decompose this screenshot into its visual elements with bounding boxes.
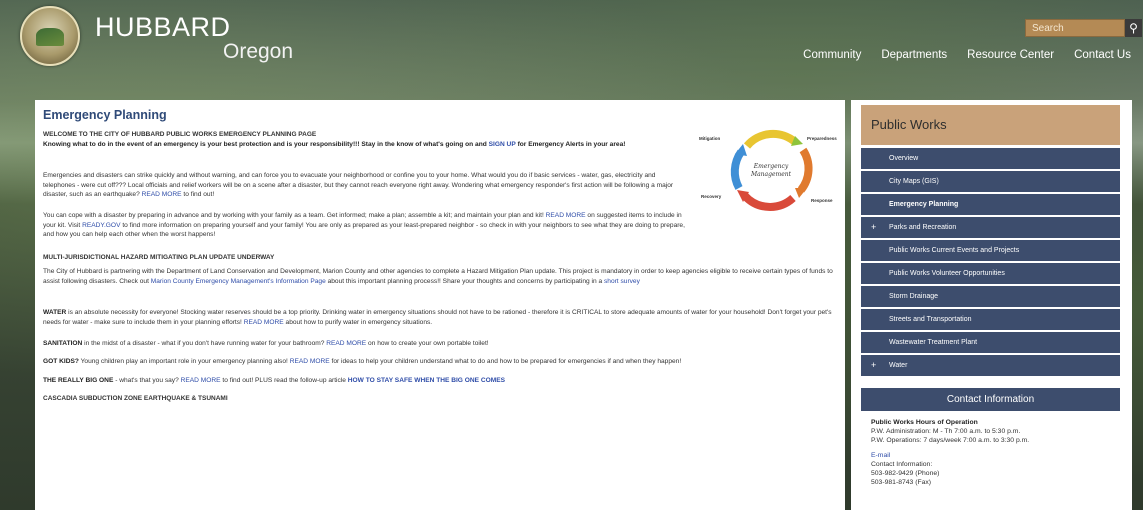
- sidebar-item-overview[interactable]: Overview: [861, 148, 1120, 171]
- sidebar-title: Public Works: [871, 117, 947, 132]
- sidebar-item-water[interactable]: + Water: [861, 355, 1120, 378]
- search-icon[interactable]: ⚲: [1125, 19, 1142, 37]
- cycle-label-response: Response: [811, 198, 833, 203]
- contact-info-label: Contact Information:: [871, 460, 933, 468]
- cycle-label-mitigation: Mitigation: [699, 136, 720, 141]
- paragraph-emergencies: Emergencies and disasters can strike qui…: [43, 172, 674, 198]
- cycle-label-preparedness: Preparedness: [807, 136, 837, 141]
- cycle-arrow: [735, 144, 747, 156]
- sidebar-item-streets[interactable]: Streets and Transportation: [861, 309, 1120, 332]
- sign-up-link[interactable]: SIGN UP: [489, 141, 516, 148]
- sidebar-item-storm-drainage[interactable]: Storm Drainage: [861, 286, 1120, 309]
- city-seal-logo[interactable]: [20, 6, 80, 66]
- nav-resource-center[interactable]: Resource Center: [967, 49, 1054, 61]
- expand-plus-icon[interactable]: +: [871, 355, 876, 376]
- main-content: Emergency Planning WELCOME TO THE CITY O…: [35, 100, 845, 510]
- contact-info: Public Works Hours of Operation P.W. Adm…: [871, 418, 1029, 487]
- emergency-management-cycle-diagram: Emergency Management Mitigation Prepared…: [699, 129, 837, 211]
- sidebar-item-city-maps[interactable]: City Maps (GIS): [861, 171, 1120, 194]
- sidebar-item-parks-recreation[interactable]: + Parks and Recreation: [861, 217, 1120, 240]
- fax-number: 503-981-8743 (Fax): [871, 479, 932, 487]
- hours-operations: P.W. Operations: 7 days/week 7:00 a.m. t…: [871, 437, 1030, 445]
- paragraph-hazard: The City of Hubbard is partnering with t…: [43, 268, 833, 285]
- cycle-arc-recovery: [742, 193, 796, 211]
- sidebar-menu: Overview City Maps (GIS) Emergency Plann…: [861, 148, 1120, 378]
- hours-admin: P.W. Administration: M - Th 7:00 a.m. to…: [871, 428, 1021, 436]
- read-more-link[interactable]: READ MORE: [181, 377, 221, 384]
- cycle-arc-mitigation: [730, 149, 745, 190]
- search-input[interactable]: Search: [1025, 19, 1125, 37]
- cycle-arrow: [795, 188, 807, 198]
- email-link[interactable]: E-mail: [871, 451, 1029, 460]
- hazard-heading: MULTI-JURISDICTIONAL HAZARD MITIGATING P…: [43, 254, 275, 261]
- read-more-link[interactable]: READ MORE: [326, 340, 366, 347]
- sidebar-item-wastewater[interactable]: Wastewater Treatment Plant: [861, 332, 1120, 355]
- cycle-arc-preparedness: [743, 129, 798, 149]
- sidebar-item-volunteer[interactable]: Public Works Volunteer Opportunities: [861, 263, 1120, 286]
- cycle-center-label-2: Management: [750, 171, 792, 178]
- intro-paragraph: Knowing what to do in the event of an em…: [43, 141, 626, 148]
- cycle-label-recovery: Recovery: [701, 194, 722, 199]
- page-title: Emergency Planning: [43, 108, 167, 122]
- paragraph-kids: GOT KIDS? Young children play an importa…: [43, 358, 682, 365]
- nav-departments[interactable]: Departments: [881, 49, 947, 61]
- hours-heading: Public Works Hours of Operation: [871, 419, 978, 426]
- site-subtitle: Oregon: [223, 40, 294, 63]
- cycle-arc-response: [797, 147, 813, 193]
- sidebar: Public Works Overview City Maps (GIS) Em…: [851, 100, 1132, 510]
- nav-contact-us[interactable]: Contact Us: [1074, 49, 1131, 61]
- survey-link[interactable]: short survey: [604, 278, 640, 285]
- paragraph-cope: You can cope with a disaster by preparin…: [43, 212, 685, 238]
- cascadia-heading[interactable]: CASCADIA SUBDUCTION ZONE EARTHQUAKE & TS…: [43, 394, 683, 404]
- main-nav: Community Departments Resource Center Co…: [803, 49, 1131, 61]
- read-more-link[interactable]: READ MORE: [244, 319, 284, 326]
- read-more-link[interactable]: READ MORE: [546, 212, 586, 219]
- nav-community[interactable]: Community: [803, 49, 861, 61]
- ready-gov-link[interactable]: READY.GOV: [82, 222, 120, 229]
- cycle-center-label-1: Emergency: [753, 163, 789, 170]
- marion-county-link[interactable]: Marion County Emergency Management's Inf…: [151, 278, 326, 285]
- sidebar-title-box: Public Works: [861, 105, 1120, 145]
- expand-plus-icon[interactable]: +: [871, 217, 876, 238]
- welcome-heading: WELCOME TO THE CITY OF HUBBARD PUBLIC WO…: [43, 131, 317, 138]
- phone-number: 503-982-9429 (Phone): [871, 470, 940, 478]
- paragraph-water: WATER is an absolute necessity for every…: [43, 309, 832, 326]
- stay-safe-link[interactable]: HOW TO STAY SAFE WHEN THE BIG ONE COMES: [348, 377, 505, 384]
- site-title[interactable]: HUBBARD: [95, 12, 231, 43]
- read-more-link[interactable]: READ MORE: [290, 358, 330, 365]
- site-header: HUBBARD Oregon Search ⚲ Community Depart…: [0, 0, 1143, 100]
- sidebar-item-emergency-planning[interactable]: Emergency Planning: [861, 194, 1120, 217]
- contact-info-header: Contact Information: [861, 388, 1120, 411]
- paragraph-big-one: THE REALLY BIG ONE - what's that you say…: [43, 377, 506, 384]
- sidebar-item-current-events[interactable]: Public Works Current Events and Projects: [861, 240, 1120, 263]
- read-more-link[interactable]: READ MORE: [142, 191, 182, 198]
- paragraph-sanitation: SANITATION in the midst of a disaster - …: [43, 340, 489, 347]
